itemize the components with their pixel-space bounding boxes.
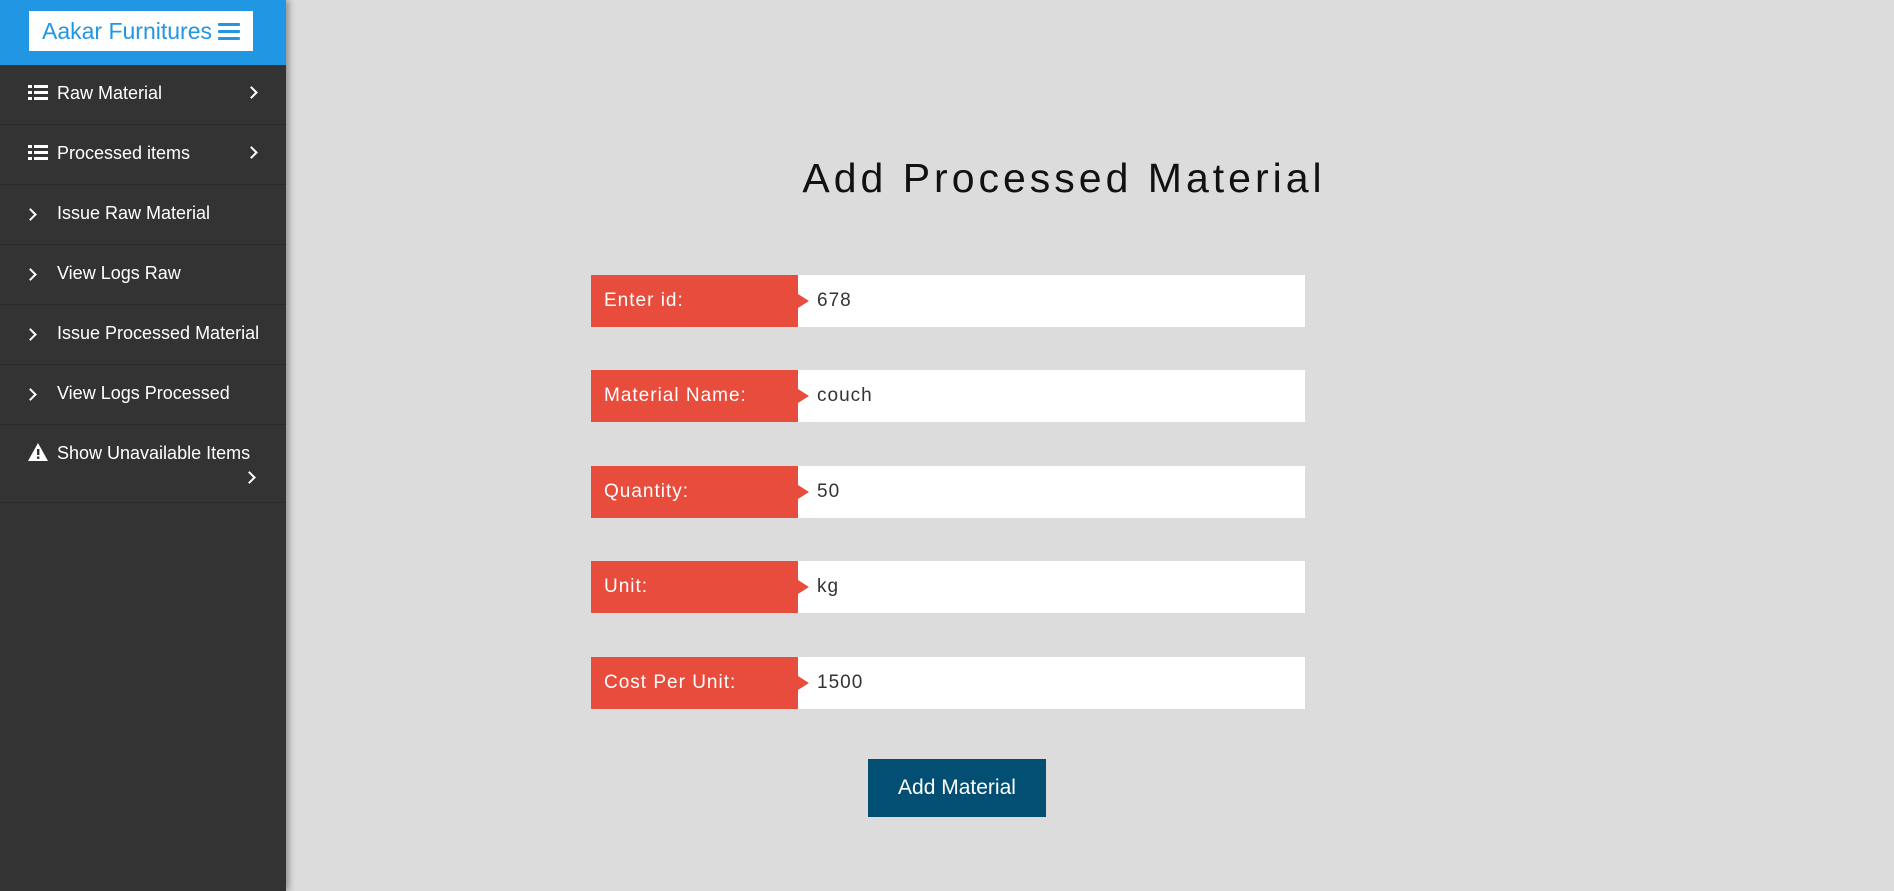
sidebar-item-label: Show Unavailable Items	[57, 443, 251, 463]
chevron-right-icon	[24, 328, 37, 341]
field-label: Material Name:	[591, 370, 798, 422]
sidebar: Aakar Furnitures Raw Material Processed …	[0, 0, 286, 891]
sidebar-item-label: Issue Raw Material	[57, 203, 211, 223]
sidebar-item-issue-processed-material[interactable]: Issue Processed Material	[0, 305, 286, 365]
brand-name: Aakar Furnitures	[41, 17, 212, 44]
pointer-arrow-icon	[798, 389, 809, 403]
pointer-arrow-icon	[798, 676, 809, 690]
cost-per-unit-input[interactable]	[798, 657, 1305, 709]
brand-button[interactable]: Aakar Furnitures	[29, 11, 253, 51]
page-title: Add Processed Material	[802, 155, 1326, 201]
field-quantity: Quantity:	[591, 466, 1305, 518]
sidebar-item-show-unavailable-items[interactable]: Show Unavailable Items	[0, 425, 286, 503]
chevron-right-icon	[24, 268, 37, 281]
pointer-arrow-icon	[798, 580, 809, 594]
sidebar-item-label: View Logs Raw	[57, 263, 181, 283]
material-name-input[interactable]	[798, 370, 1305, 422]
sidebar-item-issue-raw-material[interactable]: Issue Raw Material	[0, 185, 286, 245]
id-input[interactable]	[798, 275, 1305, 327]
sidebar-item-label: Processed items	[57, 143, 191, 163]
chevron-right-icon	[243, 471, 256, 484]
sidebar-item-processed-items[interactable]: Processed items	[0, 125, 286, 185]
sidebar-item-label: Raw Material	[57, 83, 163, 103]
sidebar-nav: Raw Material Processed items Issue Raw M…	[0, 65, 286, 503]
sidebar-item-label: View Logs Processed	[57, 383, 230, 403]
field-label: Unit:	[591, 561, 798, 613]
field-label: Cost Per Unit:	[591, 657, 798, 709]
field-enter-id: Enter id:	[591, 275, 1305, 327]
field-material-name: Material Name:	[591, 370, 1305, 422]
list-icon	[28, 144, 48, 162]
field-label: Quantity:	[591, 466, 798, 518]
chevron-right-icon	[24, 208, 37, 221]
pointer-arrow-icon	[798, 294, 809, 308]
chevron-right-icon	[245, 146, 258, 159]
field-cost-per-unit: Cost Per Unit:	[591, 657, 1305, 709]
add-material-button[interactable]: Add Material	[868, 759, 1046, 817]
pointer-arrow-icon	[798, 485, 809, 499]
quantity-input[interactable]	[798, 466, 1305, 518]
chevron-right-icon	[245, 86, 258, 99]
field-unit: Unit:	[591, 561, 1305, 613]
sidebar-item-view-logs-raw[interactable]: View Logs Raw	[0, 245, 286, 305]
sidebar-item-label: Issue Processed Material	[57, 323, 260, 343]
unit-input[interactable]	[798, 561, 1305, 613]
sidebar-item-raw-material[interactable]: Raw Material	[0, 65, 286, 125]
field-label: Enter id:	[591, 275, 798, 327]
sidebar-item-view-logs-processed[interactable]: View Logs Processed	[0, 365, 286, 425]
chevron-right-icon	[24, 388, 37, 401]
warning-icon	[28, 443, 48, 461]
brand-bar: Aakar Furnitures	[0, 0, 286, 65]
list-icon	[28, 84, 48, 102]
hamburger-icon[interactable]	[218, 22, 240, 40]
